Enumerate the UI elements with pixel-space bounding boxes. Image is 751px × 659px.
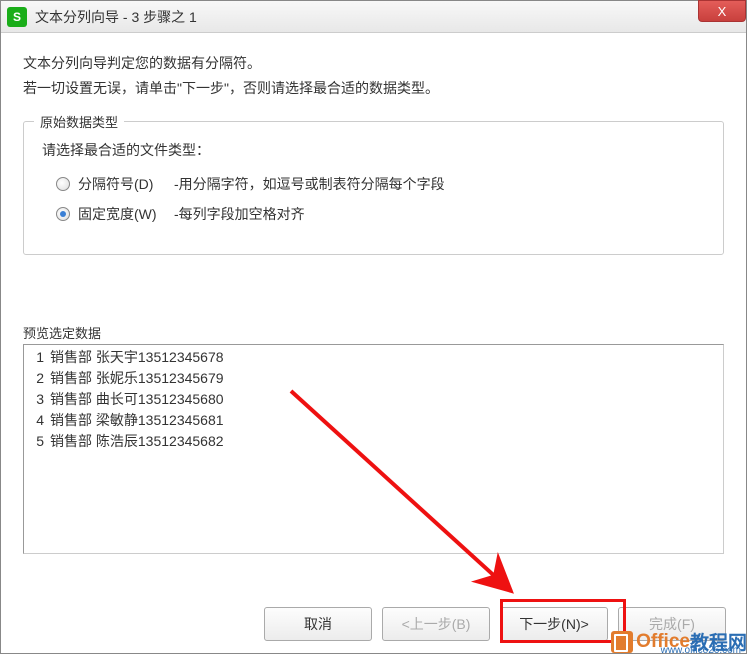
row-number: 2: [28, 368, 44, 389]
radio-icon: [56, 177, 70, 191]
intro-text: 文本分列向导判定您的数据有分隔符。 若一切设置无误，请单击"下一步"，否则请选择…: [23, 51, 724, 101]
row-text: 销售部 张妮乐13512345679: [50, 368, 224, 389]
radio-desc: -每列字段加空格对齐: [174, 204, 305, 224]
cancel-button[interactable]: 取消: [264, 607, 372, 641]
radio-fixed-width[interactable]: 固定宽度(W) -每列字段加空格对齐: [56, 204, 707, 224]
radio-icon: [56, 207, 70, 221]
table-row: 2 销售部 张妮乐13512345679: [24, 368, 723, 389]
preview-data-box[interactable]: 1 销售部 张天宇13512345678 2 销售部 张妮乐1351234567…: [23, 344, 724, 554]
watermark: Office 教程网 www.office26.com: [611, 628, 747, 655]
row-text: 销售部 梁敏静13512345681: [50, 410, 224, 431]
row-number: 4: [28, 410, 44, 431]
original-data-type-group: 原始数据类型 请选择最合适的文件类型： 分隔符号(D) -用分隔字符，如逗号或制…: [23, 121, 724, 255]
dialog-content: 文本分列向导判定您的数据有分隔符。 若一切设置无误，请单击"下一步"，否则请选择…: [1, 33, 746, 586]
table-row: 1 销售部 张天宇13512345678: [24, 347, 723, 368]
table-row: 3 销售部 曲长可13512345680: [24, 389, 723, 410]
radio-delimited[interactable]: 分隔符号(D) -用分隔字符，如逗号或制表符分隔每个字段: [56, 174, 707, 194]
groupbox-title: 原始数据类型: [34, 112, 124, 131]
row-text: 销售部 张天宇13512345678: [50, 347, 224, 368]
button-label: 取消: [304, 614, 332, 634]
file-type-prompt: 请选择最合适的文件类型：: [42, 140, 707, 160]
dialog-window: S 文本分列向导 - 3 步骤之 1 X 文本分列向导判定您的数据有分隔符。 若…: [0, 0, 747, 654]
next-button[interactable]: 下一步(N)>: [500, 607, 608, 641]
button-label: <上一步(B): [402, 614, 471, 634]
close-button[interactable]: X: [698, 0, 746, 22]
preview-label: 预览选定数据: [23, 323, 724, 342]
row-text: 销售部 曲长可13512345680: [50, 389, 224, 410]
table-row: 4 销售部 梁敏静13512345681: [24, 410, 723, 431]
row-number: 3: [28, 389, 44, 410]
radio-label: 固定宽度(W): [78, 204, 162, 224]
radio-desc: -用分隔字符，如逗号或制表符分隔每个字段: [174, 174, 445, 194]
intro-line-1: 文本分列向导判定您的数据有分隔符。: [23, 51, 724, 76]
row-number: 5: [28, 431, 44, 452]
watermark-icon: [611, 631, 633, 653]
table-row: 5 销售部 陈浩辰13512345682: [24, 431, 723, 452]
row-number: 1: [28, 347, 44, 368]
intro-line-2: 若一切设置无误，请单击"下一步"，否则请选择最合适的数据类型。: [23, 76, 724, 101]
close-icon: X: [718, 4, 727, 19]
dialog-title: 文本分列向导 - 3 步骤之 1: [35, 7, 197, 27]
row-text: 销售部 陈浩辰13512345682: [50, 431, 224, 452]
button-label: 下一步(N)>: [519, 614, 589, 634]
back-button: <上一步(B): [382, 607, 490, 641]
titlebar: S 文本分列向导 - 3 步骤之 1 X: [1, 1, 746, 33]
app-icon: S: [7, 7, 27, 27]
radio-label: 分隔符号(D): [78, 174, 162, 194]
watermark-url: www.office26.com: [661, 645, 741, 656]
